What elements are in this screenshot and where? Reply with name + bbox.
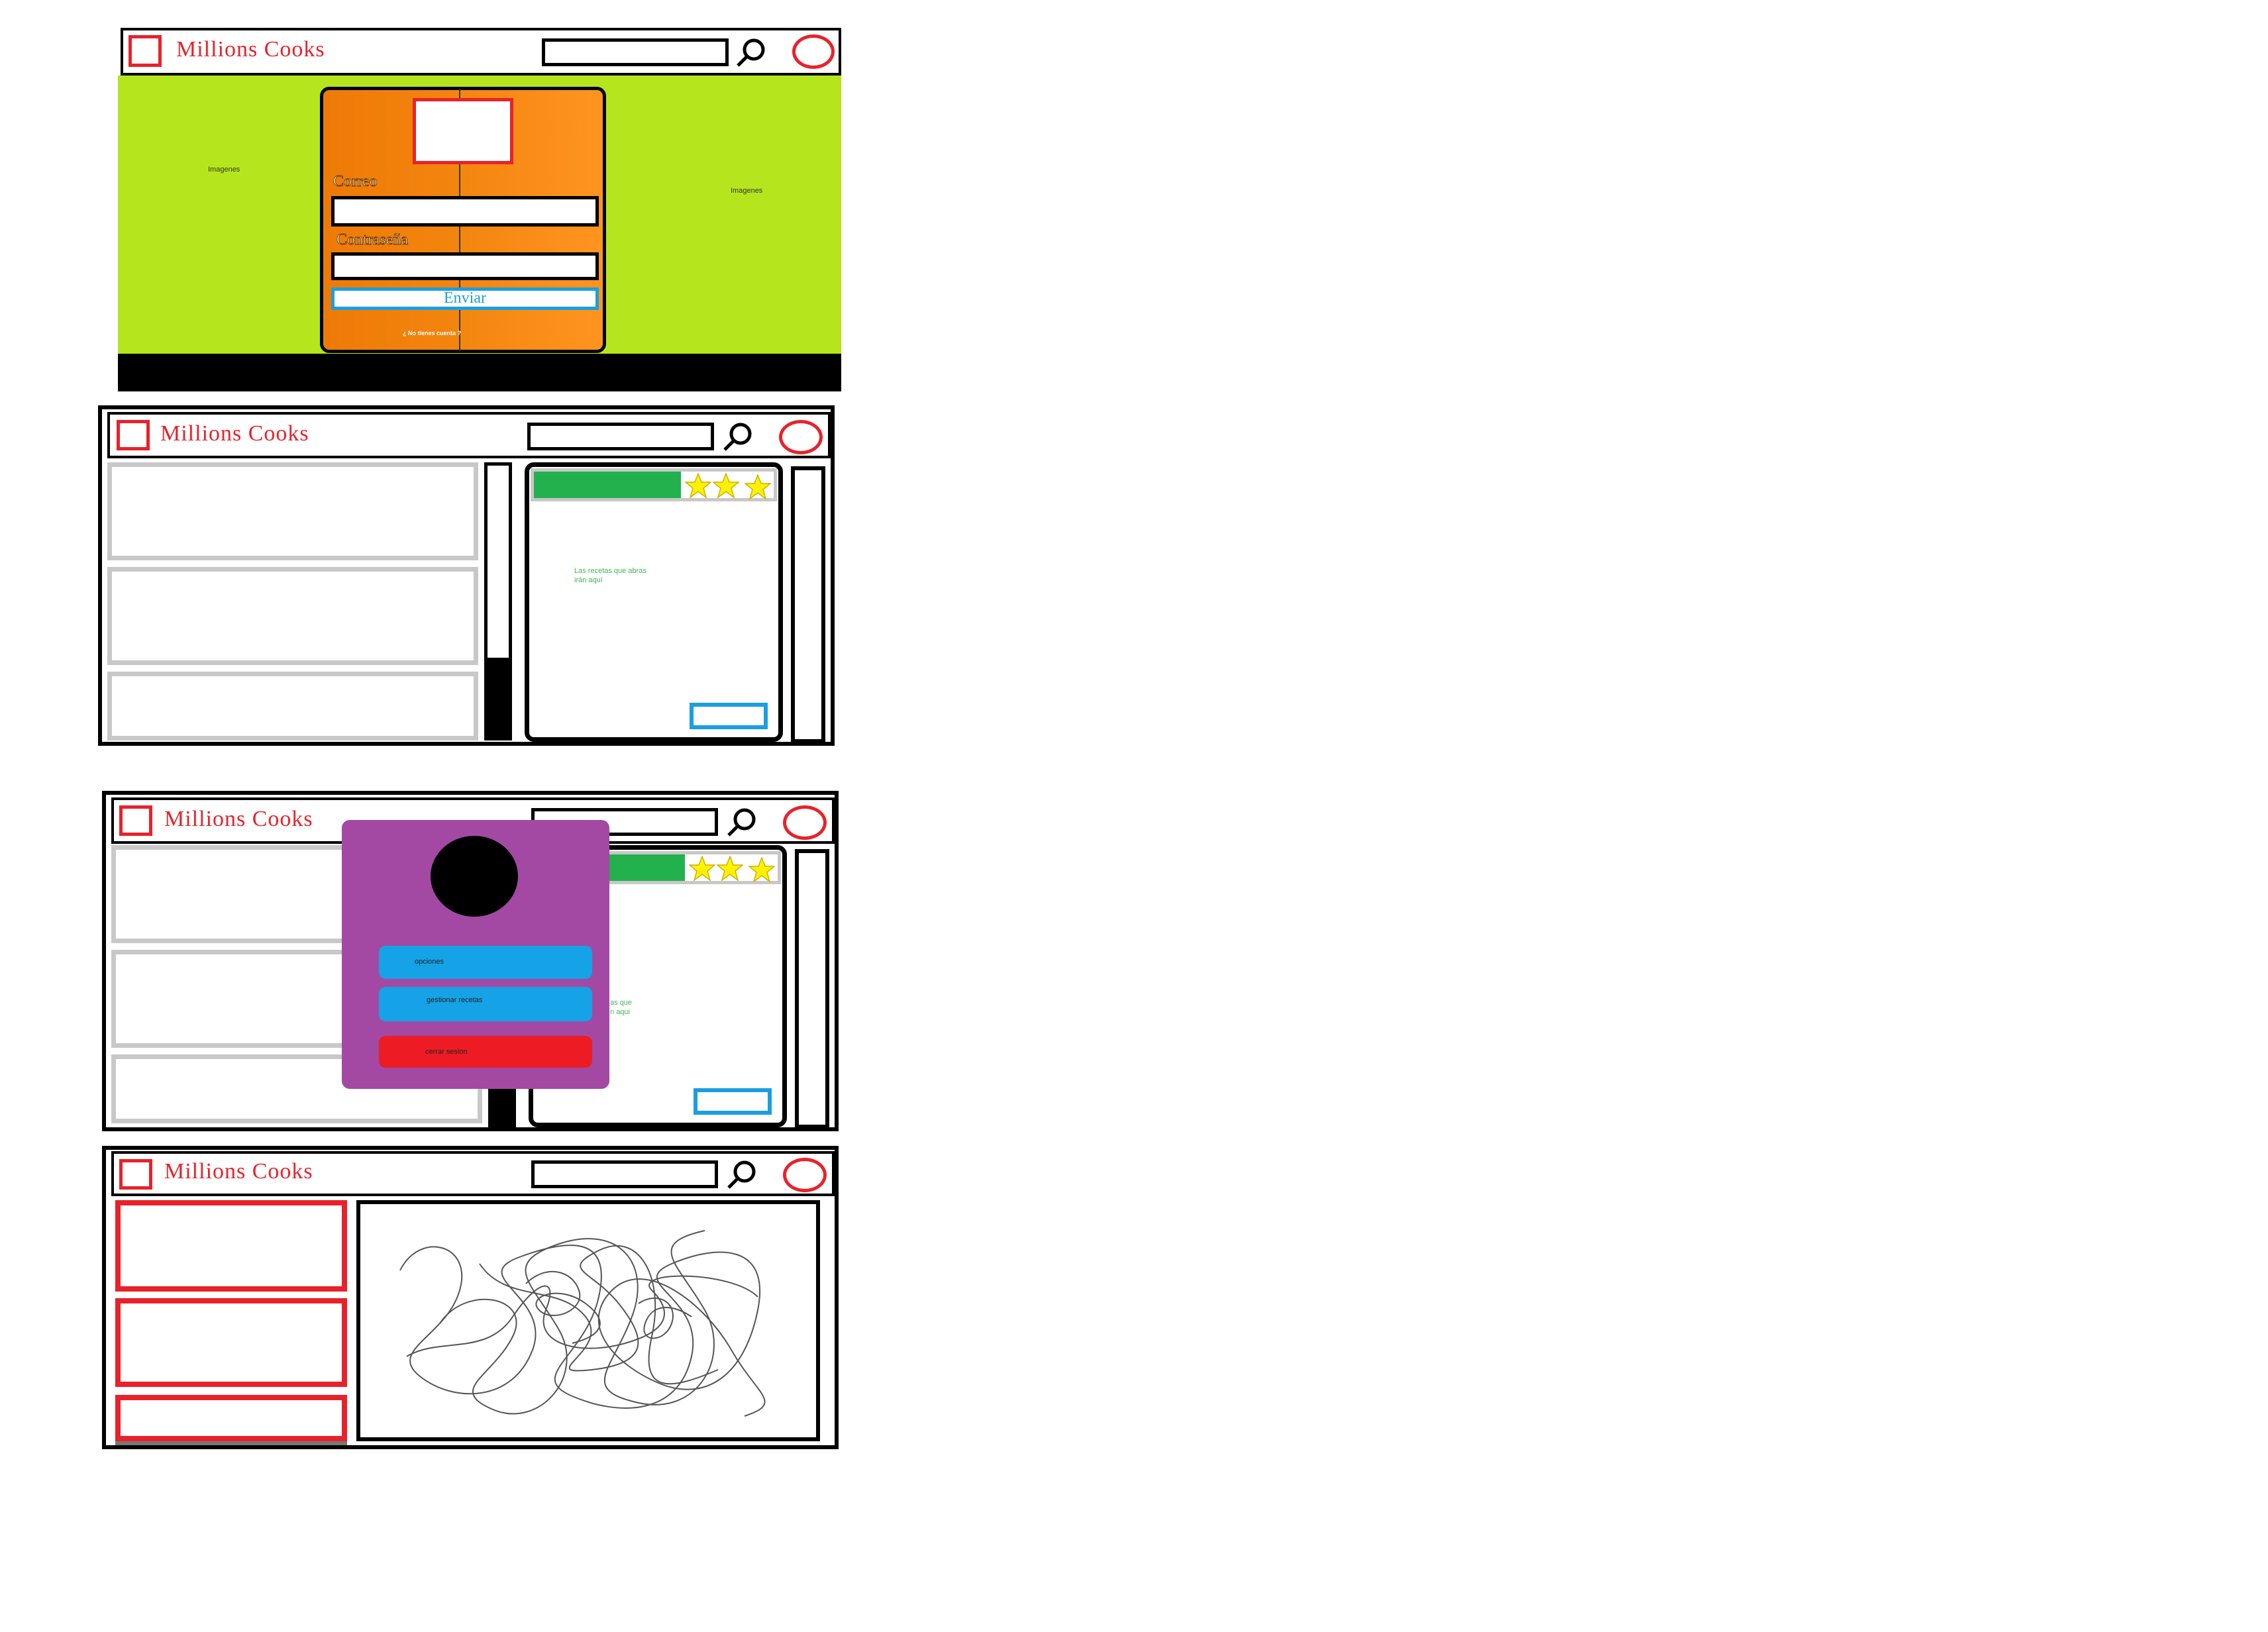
profile-image-placeholder: [413, 98, 513, 164]
logo-placeholder-icon[interactable]: [119, 805, 152, 836]
header-bar: Millions Cooks: [121, 28, 841, 76]
footer-bar: [118, 354, 841, 391]
search-icon[interactable]: [734, 36, 767, 70]
login-background: Imagenes Imagenes Correo Contraseña Envi…: [118, 76, 841, 354]
recipe-list-item[interactable]: [107, 672, 478, 740]
search-icon[interactable]: [721, 421, 754, 454]
recipe-placeholder-note: as que n aqui: [610, 999, 633, 1016]
drawing-canvas[interactable]: [356, 1200, 820, 1441]
list-scrollbar[interactable]: [484, 462, 512, 740]
user-avatar-icon[interactable]: [779, 420, 823, 454]
logo-placeholder-icon[interactable]: [129, 35, 162, 67]
user-menu-dropdown: opciones gestionar recetas cerrar sesion: [342, 820, 609, 1089]
star-icon[interactable]: [689, 856, 715, 881]
recipes-screen: Millions Cooks Las recetas que abras irá…: [98, 405, 835, 746]
recipe-list-item[interactable]: [115, 1395, 347, 1441]
logo-placeholder-icon[interactable]: [119, 1159, 152, 1190]
manage-recipes-button-label: gestionar recetas: [427, 996, 483, 1004]
image-placeholder-right: Imagenes: [731, 187, 763, 195]
user-avatar-icon[interactable]: [783, 805, 827, 840]
login-screen: Millions Cooks Imagenes Imagenes Correo …: [116, 24, 841, 393]
manage-recipes-button[interactable]: gestionar recetas: [379, 987, 592, 1021]
search-input[interactable]: [542, 38, 729, 66]
rating-bar: [531, 468, 777, 501]
star-icon[interactable]: [717, 856, 743, 881]
right-sidebar: [795, 849, 829, 1129]
brand-title: Millions Cooks: [164, 1159, 313, 1184]
profile-avatar: [431, 836, 518, 917]
submit-button-label: Enviar: [444, 289, 486, 307]
scrollbar-thumb[interactable]: [488, 658, 509, 737]
recipe-list-item[interactable]: [115, 1200, 347, 1292]
recipe-action-button[interactable]: [690, 703, 768, 729]
logout-button-label: cerrar sesion: [425, 1048, 468, 1056]
star-icon[interactable]: [745, 474, 771, 499]
password-field[interactable]: [331, 252, 599, 280]
star-icon[interactable]: [748, 857, 775, 882]
header-bar: Millions Cooks: [111, 1151, 835, 1196]
recipe-detail-panel: Las recetas que abras irán aquí: [525, 462, 783, 742]
user-avatar-icon[interactable]: [792, 34, 835, 69]
email-label: Correo: [333, 173, 378, 191]
recipe-list-item[interactable]: [115, 1298, 347, 1387]
search-icon[interactable]: [725, 806, 758, 839]
image-placeholder-left: Imagenes: [208, 166, 240, 174]
brand-title: Millions Cooks: [176, 37, 325, 62]
brand-title: Millions Cooks: [164, 807, 313, 831]
star-icon[interactable]: [713, 473, 739, 498]
logout-button[interactable]: cerrar sesion: [379, 1036, 592, 1068]
logo-placeholder-icon[interactable]: [117, 420, 150, 450]
password-label: Contraseña: [336, 231, 409, 249]
login-card: Correo Contraseña Enviar ¿ No tienes cue…: [320, 87, 606, 353]
right-sidebar: [791, 466, 825, 743]
recipe-action-button[interactable]: [694, 1088, 772, 1115]
star-icon[interactable]: [685, 473, 711, 498]
register-link[interactable]: ¿ No tienes cuenta ?: [403, 330, 461, 336]
email-field[interactable]: [331, 196, 599, 227]
user-menu-screen: Millions Cooks as que n aqui opciones ge…: [102, 791, 839, 1131]
search-input[interactable]: [527, 423, 714, 450]
recipe-title-bar: [534, 472, 681, 498]
brand-title: Millions Cooks: [160, 421, 309, 446]
recipe-placeholder-note: Las recetas que abras irán aquí: [574, 567, 646, 584]
search-input[interactable]: [531, 1160, 718, 1188]
recipe-editor-screen: Millions Cooks: [102, 1146, 839, 1449]
header-bar: Millions Cooks: [107, 412, 831, 458]
search-icon[interactable]: [725, 1158, 758, 1192]
recipe-list-item[interactable]: [107, 462, 478, 560]
submit-button[interactable]: Enviar: [331, 287, 599, 310]
user-avatar-icon[interactable]: [783, 1158, 827, 1192]
options-button[interactable]: opciones: [379, 946, 592, 979]
options-button-label: opciones: [415, 958, 444, 966]
recipe-list-item[interactable]: [107, 567, 478, 665]
